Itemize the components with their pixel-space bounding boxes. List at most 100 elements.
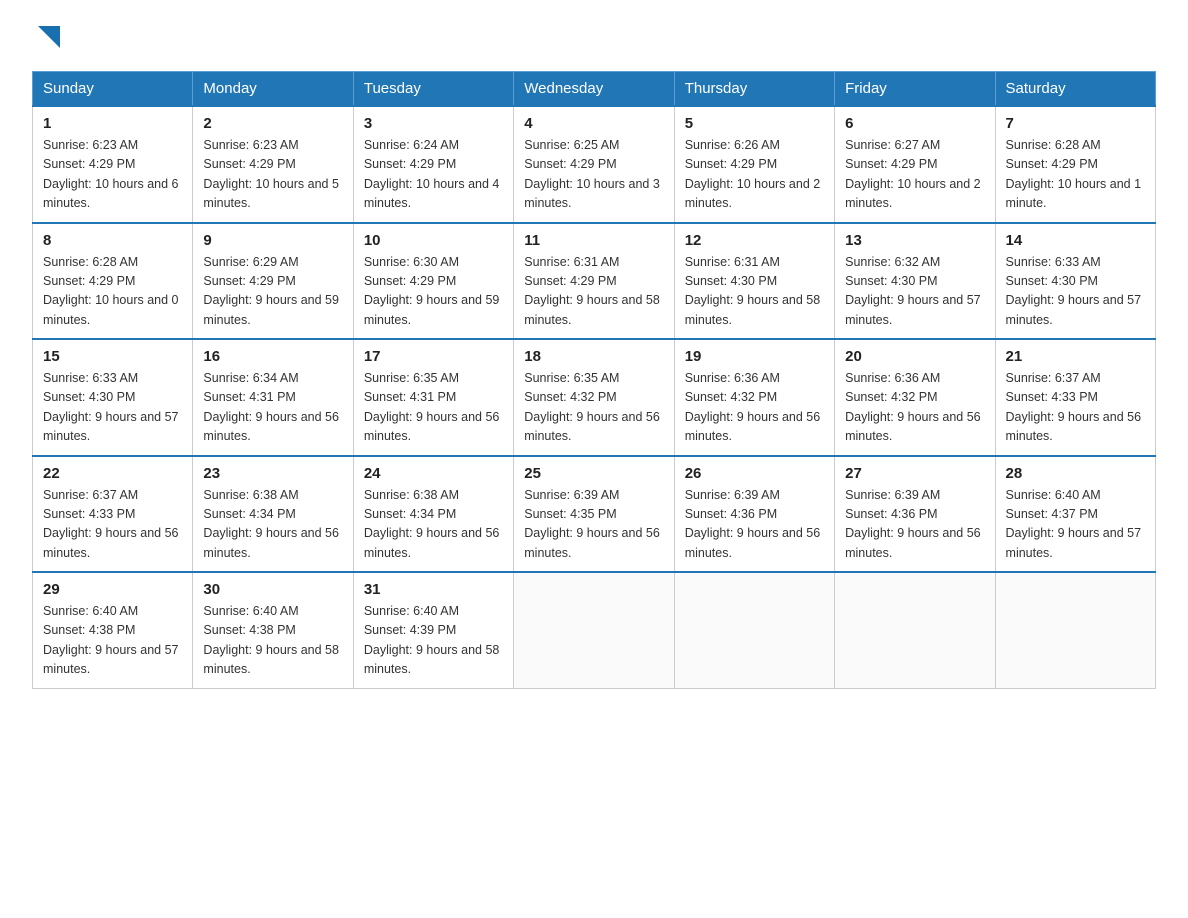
day-number: 5	[685, 115, 824, 132]
calendar-cell: 5 Sunrise: 6:26 AMSunset: 4:29 PMDaylight…	[674, 106, 834, 223]
day-info: Sunrise: 6:28 AMSunset: 4:29 PMDaylight:…	[43, 253, 182, 331]
day-number: 12	[685, 232, 824, 249]
calendar-cell: 11 Sunrise: 6:31 AMSunset: 4:29 PMDayligh…	[514, 223, 674, 340]
day-number: 20	[845, 348, 984, 365]
calendar-cell	[995, 572, 1155, 688]
day-number: 21	[1006, 348, 1145, 365]
calendar-cell: 27 Sunrise: 6:39 AMSunset: 4:36 PMDayligh…	[835, 456, 995, 573]
calendar-cell: 25Sunrise: 6:39 AMSunset: 4:35 PMDayligh…	[514, 456, 674, 573]
week-row-3: 15 Sunrise: 6:33 AMSunset: 4:30 PMDayligh…	[33, 339, 1156, 456]
calendar-cell: 21 Sunrise: 6:37 AMSunset: 4:33 PMDayligh…	[995, 339, 1155, 456]
day-info: Sunrise: 6:26 AMSunset: 4:29 PMDaylight:…	[685, 136, 824, 214]
week-row-5: 29 Sunrise: 6:40 AMSunset: 4:38 PMDayligh…	[33, 572, 1156, 688]
day-number: 7	[1006, 115, 1145, 132]
day-info: Sunrise: 6:32 AMSunset: 4:30 PMDaylight:…	[845, 253, 984, 331]
calendar-cell: 13 Sunrise: 6:32 AMSunset: 4:30 PMDayligh…	[835, 223, 995, 340]
calendar-table: SundayMondayTuesdayWednesdayThursdayFrid…	[32, 71, 1156, 689]
calendar-cell: 3Sunrise: 6:24 AMSunset: 4:29 PMDaylight…	[353, 106, 513, 223]
calendar-cell: 22Sunrise: 6:37 AMSunset: 4:33 PMDayligh…	[33, 456, 193, 573]
page-header	[32, 24, 1156, 47]
calendar-cell: 4 Sunrise: 6:25 AMSunset: 4:29 PMDaylight…	[514, 106, 674, 223]
calendar-cell: 30Sunrise: 6:40 AMSunset: 4:38 PMDayligh…	[193, 572, 353, 688]
day-info: Sunrise: 6:38 AMSunset: 4:34 PMDaylight:…	[203, 486, 342, 564]
calendar-cell: 14 Sunrise: 6:33 AMSunset: 4:30 PMDayligh…	[995, 223, 1155, 340]
day-number: 14	[1006, 232, 1145, 249]
day-info: Sunrise: 6:31 AMSunset: 4:30 PMDaylight:…	[685, 253, 824, 331]
day-info: Sunrise: 6:36 AMSunset: 4:32 PMDaylight:…	[845, 369, 984, 447]
calendar-header-row: SundayMondayTuesdayWednesdayThursdayFrid…	[33, 72, 1156, 107]
day-number: 4	[524, 115, 663, 132]
calendar-cell: 18 Sunrise: 6:35 AMSunset: 4:32 PMDayligh…	[514, 339, 674, 456]
calendar-cell: 1Sunrise: 6:23 AMSunset: 4:29 PMDaylight…	[33, 106, 193, 223]
day-info: Sunrise: 6:40 AMSunset: 4:37 PMDaylight:…	[1006, 486, 1145, 564]
calendar-cell: 15 Sunrise: 6:33 AMSunset: 4:30 PMDayligh…	[33, 339, 193, 456]
week-row-1: 1Sunrise: 6:23 AMSunset: 4:29 PMDaylight…	[33, 106, 1156, 223]
logo-triangle-icon	[38, 26, 60, 48]
logo	[32, 24, 60, 47]
day-info: Sunrise: 6:40 AMSunset: 4:38 PMDaylight:…	[43, 602, 182, 680]
day-info: Sunrise: 6:27 AMSunset: 4:29 PMDaylight:…	[845, 136, 984, 214]
day-info: Sunrise: 6:39 AMSunset: 4:35 PMDaylight:…	[524, 486, 663, 564]
day-info: Sunrise: 6:30 AMSunset: 4:29 PMDaylight:…	[364, 253, 503, 331]
calendar-cell: 28 Sunrise: 6:40 AMSunset: 4:37 PMDayligh…	[995, 456, 1155, 573]
calendar-cell: 12 Sunrise: 6:31 AMSunset: 4:30 PMDayligh…	[674, 223, 834, 340]
day-number: 15	[43, 348, 182, 365]
day-number: 11	[524, 232, 663, 249]
day-info: Sunrise: 6:35 AMSunset: 4:31 PMDaylight:…	[364, 369, 503, 447]
day-info: Sunrise: 6:31 AMSunset: 4:29 PMDaylight:…	[524, 253, 663, 331]
day-number: 8	[43, 232, 182, 249]
day-number: 18	[524, 348, 663, 365]
week-row-4: 22Sunrise: 6:37 AMSunset: 4:33 PMDayligh…	[33, 456, 1156, 573]
calendar-cell: 9Sunrise: 6:29 AMSunset: 4:29 PMDaylight…	[193, 223, 353, 340]
day-info: Sunrise: 6:33 AMSunset: 4:30 PMDaylight:…	[1006, 253, 1145, 331]
calendar-cell: 17 Sunrise: 6:35 AMSunset: 4:31 PMDayligh…	[353, 339, 513, 456]
day-info: Sunrise: 6:23 AMSunset: 4:29 PMDaylight:…	[43, 136, 182, 214]
day-info: Sunrise: 6:39 AMSunset: 4:36 PMDaylight:…	[845, 486, 984, 564]
calendar-cell: 6Sunrise: 6:27 AMSunset: 4:29 PMDaylight…	[835, 106, 995, 223]
day-info: Sunrise: 6:40 AMSunset: 4:39 PMDaylight:…	[364, 602, 503, 680]
day-info: Sunrise: 6:37 AMSunset: 4:33 PMDaylight:…	[1006, 369, 1145, 447]
calendar-cell: 24 Sunrise: 6:38 AMSunset: 4:34 PMDayligh…	[353, 456, 513, 573]
day-info: Sunrise: 6:35 AMSunset: 4:32 PMDaylight:…	[524, 369, 663, 447]
calendar-cell: 29 Sunrise: 6:40 AMSunset: 4:38 PMDayligh…	[33, 572, 193, 688]
calendar-cell: 26 Sunrise: 6:39 AMSunset: 4:36 PMDayligh…	[674, 456, 834, 573]
col-header-saturday: Saturday	[995, 72, 1155, 107]
day-number: 28	[1006, 465, 1145, 482]
day-info: Sunrise: 6:34 AMSunset: 4:31 PMDaylight:…	[203, 369, 342, 447]
day-number: 29	[43, 581, 182, 598]
day-info: Sunrise: 6:38 AMSunset: 4:34 PMDaylight:…	[364, 486, 503, 564]
calendar-cell	[514, 572, 674, 688]
calendar-cell: 7 Sunrise: 6:28 AMSunset: 4:29 PMDaylight…	[995, 106, 1155, 223]
calendar-cell	[674, 572, 834, 688]
col-header-friday: Friday	[835, 72, 995, 107]
col-header-wednesday: Wednesday	[514, 72, 674, 107]
day-info: Sunrise: 6:39 AMSunset: 4:36 PMDaylight:…	[685, 486, 824, 564]
day-number: 2	[203, 115, 342, 132]
calendar-cell	[835, 572, 995, 688]
day-number: 17	[364, 348, 503, 365]
col-header-thursday: Thursday	[674, 72, 834, 107]
calendar-cell: 16 Sunrise: 6:34 AMSunset: 4:31 PMDayligh…	[193, 339, 353, 456]
col-header-tuesday: Tuesday	[353, 72, 513, 107]
calendar-cell: 20 Sunrise: 6:36 AMSunset: 4:32 PMDayligh…	[835, 339, 995, 456]
day-info: Sunrise: 6:23 AMSunset: 4:29 PMDaylight:…	[203, 136, 342, 214]
calendar-cell: 10 Sunrise: 6:30 AMSunset: 4:29 PMDayligh…	[353, 223, 513, 340]
day-number: 27	[845, 465, 984, 482]
week-row-2: 8 Sunrise: 6:28 AMSunset: 4:29 PMDaylight…	[33, 223, 1156, 340]
day-info: Sunrise: 6:24 AMSunset: 4:29 PMDaylight:…	[364, 136, 503, 214]
day-info: Sunrise: 6:28 AMSunset: 4:29 PMDaylight:…	[1006, 136, 1145, 214]
day-number: 10	[364, 232, 503, 249]
day-number: 26	[685, 465, 824, 482]
day-info: Sunrise: 6:40 AMSunset: 4:38 PMDaylight:…	[203, 602, 342, 680]
calendar-cell: 31 Sunrise: 6:40 AMSunset: 4:39 PMDayligh…	[353, 572, 513, 688]
calendar-cell: 19Sunrise: 6:36 AMSunset: 4:32 PMDayligh…	[674, 339, 834, 456]
day-number: 16	[203, 348, 342, 365]
day-number: 31	[364, 581, 503, 598]
day-number: 13	[845, 232, 984, 249]
col-header-monday: Monday	[193, 72, 353, 107]
calendar-cell: 23Sunrise: 6:38 AMSunset: 4:34 PMDayligh…	[193, 456, 353, 573]
day-number: 24	[364, 465, 503, 482]
day-info: Sunrise: 6:33 AMSunset: 4:30 PMDaylight:…	[43, 369, 182, 447]
day-info: Sunrise: 6:36 AMSunset: 4:32 PMDaylight:…	[685, 369, 824, 447]
day-info: Sunrise: 6:25 AMSunset: 4:29 PMDaylight:…	[524, 136, 663, 214]
